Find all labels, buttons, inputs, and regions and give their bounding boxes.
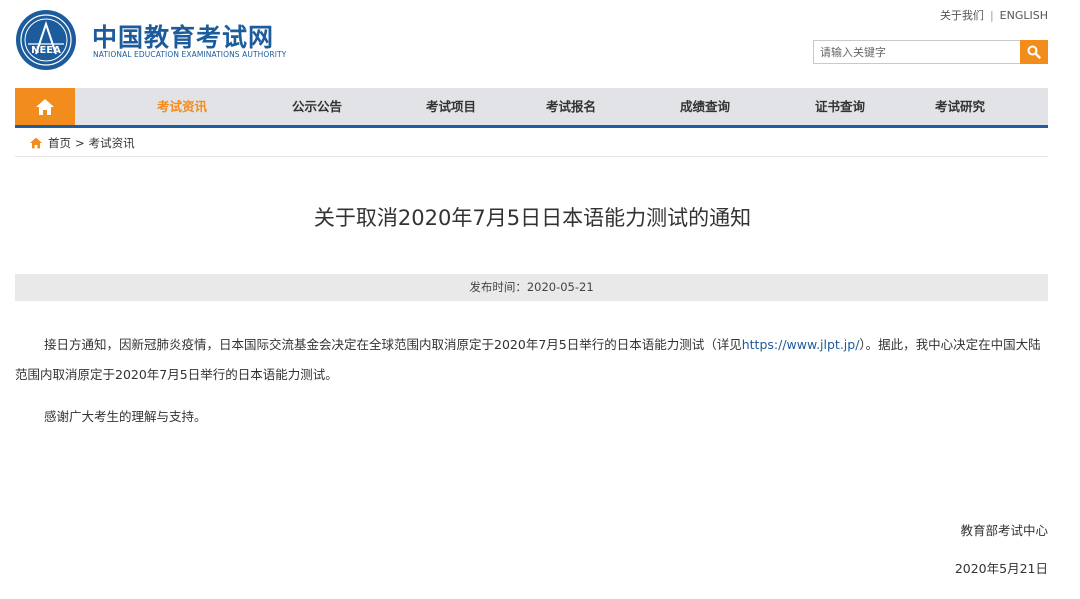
nav-item-exam-programs[interactable]: 考试项目 xyxy=(426,88,476,125)
breadcrumb-home[interactable]: 首页 xyxy=(48,135,71,151)
article-paragraph: 接日方通知，因新冠肺炎疫情，日本国际交流基金会决定在全球范围内取消原定于2020… xyxy=(15,330,1048,390)
publish-date: 2020-05-21 xyxy=(526,280,594,294)
main-nav: 考试资讯 公示公告 考试项目 考试报名 成绩查询 证书查询 考试研究 xyxy=(15,88,1048,128)
top-links: 关于我们 | ENGLISH xyxy=(940,7,1048,23)
nav-item-certificate-query[interactable]: 证书查询 xyxy=(815,88,865,125)
nav-item-exam-research[interactable]: 考试研究 xyxy=(935,88,985,125)
publish-label: 发布时间： xyxy=(469,280,527,294)
signature-org: 教育部考试中心 xyxy=(960,523,1048,538)
search-box xyxy=(813,40,1048,64)
search-button[interactable] xyxy=(1020,40,1048,64)
jlpt-link[interactable]: https://www.jlpt.jp/ xyxy=(742,337,860,352)
article-body: 接日方通知，因新冠肺炎疫情，日本国际交流基金会决定在全球范围内取消原定于2020… xyxy=(15,330,1048,432)
nav-item-registration[interactable]: 考试报名 xyxy=(546,88,596,125)
article-paragraph: 感谢广大考生的理解与支持。 xyxy=(44,409,207,424)
breadcrumb-divider xyxy=(15,156,1048,157)
home-icon xyxy=(36,98,54,115)
signature-date: 2020年5月21日 xyxy=(954,561,1048,576)
search-input[interactable] xyxy=(813,40,1020,64)
about-us-link[interactable]: 关于我们 xyxy=(940,7,984,23)
publish-info: 发布时间：2020-05-21 xyxy=(15,274,1048,301)
search-icon xyxy=(1027,45,1041,59)
svg-text:NEEA: NEEA xyxy=(31,45,61,56)
home-icon xyxy=(30,137,42,149)
breadcrumb: 首页 > 考试资讯 xyxy=(29,135,135,151)
nav-item-score-query[interactable]: 成绩查询 xyxy=(680,88,730,125)
neea-logo[interactable]: NEEA xyxy=(14,8,78,72)
english-link[interactable]: ENGLISH xyxy=(1000,9,1048,22)
article-title: 关于取消2020年7月5日日本语能力测试的通知 xyxy=(313,206,752,230)
nav-item-announcements[interactable]: 公示公告 xyxy=(292,88,342,125)
breadcrumb-separator: > xyxy=(75,136,85,150)
breadcrumb-current[interactable]: 考试资讯 xyxy=(89,135,135,151)
top-links-separator: | xyxy=(989,9,994,22)
site-subtitle: NATIONAL EDUCATION EXAMINATIONS AUTHORIT… xyxy=(93,50,287,59)
nav-home-button[interactable] xyxy=(15,88,75,125)
paragraph-text: 接日方通知，因新冠肺炎疫情，日本国际交流基金会决定在全球范围内取消原定于2020… xyxy=(44,337,742,352)
nav-item-exam-news[interactable]: 考试资讯 xyxy=(157,88,207,125)
site-title[interactable]: 中国教育考试网 xyxy=(92,18,274,54)
